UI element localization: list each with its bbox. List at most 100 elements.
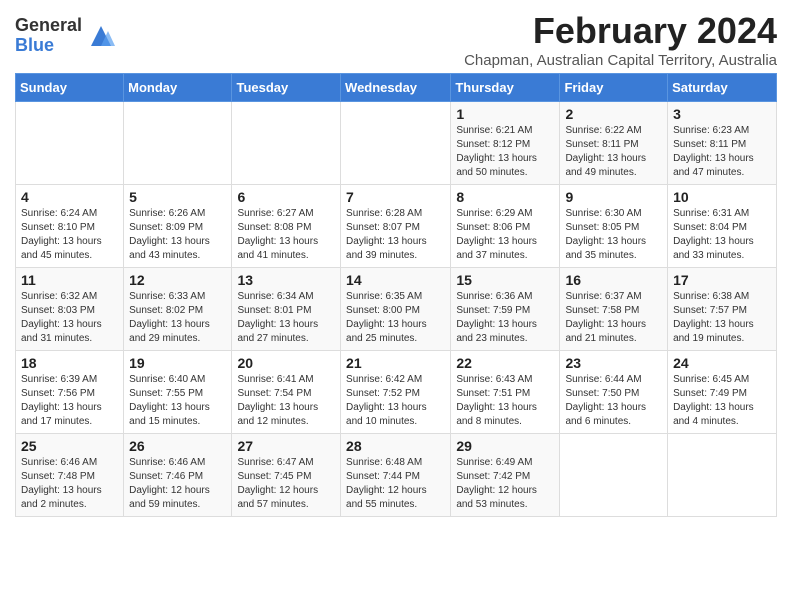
day-number: 3 [673, 106, 771, 122]
day-cell: 13 Sunrise: 6:34 AM Sunset: 8:01 PM Dayli… [232, 268, 341, 351]
day-number: 29 [456, 438, 554, 454]
day-cell [232, 102, 341, 185]
day-cell: 16 Sunrise: 6:37 AM Sunset: 7:58 PM Dayli… [560, 268, 668, 351]
day-info: Sunrise: 6:49 AM Sunset: 7:42 PM Dayligh… [456, 457, 537, 510]
day-number: 20 [237, 355, 335, 371]
day-cell: 20 Sunrise: 6:41 AM Sunset: 7:54 PM Dayli… [232, 351, 341, 434]
day-number: 8 [456, 189, 554, 205]
day-info: Sunrise: 6:33 AM Sunset: 8:02 PM Dayligh… [129, 291, 210, 344]
day-number: 9 [565, 189, 662, 205]
header: General Blue February 2024 Chapman, Aust… [15, 10, 777, 69]
header-day-monday: Monday [124, 74, 232, 102]
day-number: 17 [673, 272, 771, 288]
day-info: Sunrise: 6:46 AM Sunset: 7:46 PM Dayligh… [129, 457, 210, 510]
day-number: 18 [21, 355, 118, 371]
day-cell: 11 Sunrise: 6:32 AM Sunset: 8:03 PM Dayli… [16, 268, 124, 351]
day-number: 2 [565, 106, 662, 122]
day-cell: 26 Sunrise: 6:46 AM Sunset: 7:46 PM Dayli… [124, 434, 232, 517]
day-cell: 15 Sunrise: 6:36 AM Sunset: 7:59 PM Dayli… [451, 268, 560, 351]
header-day-saturday: Saturday [668, 74, 777, 102]
day-cell: 27 Sunrise: 6:47 AM Sunset: 7:45 PM Dayli… [232, 434, 341, 517]
day-cell: 19 Sunrise: 6:40 AM Sunset: 7:55 PM Dayli… [124, 351, 232, 434]
day-info: Sunrise: 6:42 AM Sunset: 7:52 PM Dayligh… [346, 374, 427, 427]
day-info: Sunrise: 6:21 AM Sunset: 8:12 PM Dayligh… [456, 125, 537, 178]
day-cell [668, 434, 777, 517]
day-info: Sunrise: 6:28 AM Sunset: 8:07 PM Dayligh… [346, 208, 427, 261]
day-cell [341, 102, 451, 185]
logo-blue: Blue [15, 36, 82, 56]
day-info: Sunrise: 6:39 AM Sunset: 7:56 PM Dayligh… [21, 374, 102, 427]
day-cell: 24 Sunrise: 6:45 AM Sunset: 7:49 PM Dayli… [668, 351, 777, 434]
day-number: 10 [673, 189, 771, 205]
day-number: 27 [237, 438, 335, 454]
day-info: Sunrise: 6:30 AM Sunset: 8:05 PM Dayligh… [565, 208, 646, 261]
day-cell [560, 434, 668, 517]
day-info: Sunrise: 6:40 AM Sunset: 7:55 PM Dayligh… [129, 374, 210, 427]
day-number: 15 [456, 272, 554, 288]
calendar-body: 1Sunrise: 6:21 AM Sunset: 8:12 PM Daylig… [16, 102, 777, 517]
day-number: 5 [129, 189, 226, 205]
day-cell: 23Sunrise: 6:44 AM Sunset: 7:50 PM Dayli… [560, 351, 668, 434]
day-cell [124, 102, 232, 185]
week-row-5: 25 Sunrise: 6:46 AM Sunset: 7:48 PM Dayli… [16, 434, 777, 517]
day-info: Sunrise: 6:32 AM Sunset: 8:03 PM Dayligh… [21, 291, 102, 344]
day-cell: 21 Sunrise: 6:42 AM Sunset: 7:52 PM Dayli… [341, 351, 451, 434]
day-number: 11 [21, 272, 118, 288]
main-title: February 2024 [464, 10, 777, 52]
day-cell: 5Sunrise: 6:26 AM Sunset: 8:09 PM Daylig… [124, 185, 232, 268]
day-cell: 28Sunrise: 6:48 AM Sunset: 7:44 PM Dayli… [341, 434, 451, 517]
header-day-tuesday: Tuesday [232, 74, 341, 102]
day-cell: 10Sunrise: 6:31 AM Sunset: 8:04 PM Dayli… [668, 185, 777, 268]
day-info: Sunrise: 6:34 AM Sunset: 8:01 PM Dayligh… [237, 291, 318, 344]
day-info: Sunrise: 6:22 AM Sunset: 8:11 PM Dayligh… [565, 125, 646, 178]
header-day-friday: Friday [560, 74, 668, 102]
day-number: 21 [346, 355, 445, 371]
day-cell: 29 Sunrise: 6:49 AM Sunset: 7:42 PM Dayli… [451, 434, 560, 517]
day-info: Sunrise: 6:37 AM Sunset: 7:58 PM Dayligh… [565, 291, 646, 344]
day-info: Sunrise: 6:36 AM Sunset: 7:59 PM Dayligh… [456, 291, 537, 344]
day-info: Sunrise: 6:23 AM Sunset: 8:11 PM Dayligh… [673, 125, 754, 178]
day-number: 14 [346, 272, 445, 288]
day-number: 12 [129, 272, 226, 288]
header-day-thursday: Thursday [451, 74, 560, 102]
day-info: Sunrise: 6:27 AM Sunset: 8:08 PM Dayligh… [237, 208, 318, 261]
header-day-sunday: Sunday [16, 74, 124, 102]
day-number: 13 [237, 272, 335, 288]
day-cell: 25 Sunrise: 6:46 AM Sunset: 7:48 PM Dayli… [16, 434, 124, 517]
day-number: 25 [21, 438, 118, 454]
day-cell: 4Sunrise: 6:24 AM Sunset: 8:10 PM Daylig… [16, 185, 124, 268]
day-info: Sunrise: 6:45 AM Sunset: 7:49 PM Dayligh… [673, 374, 754, 427]
day-cell: 1Sunrise: 6:21 AM Sunset: 8:12 PM Daylig… [451, 102, 560, 185]
day-info: Sunrise: 6:44 AM Sunset: 7:50 PM Dayligh… [565, 374, 646, 427]
day-cell: 18 Sunrise: 6:39 AM Sunset: 7:56 PM Dayli… [16, 351, 124, 434]
day-cell: 6 Sunrise: 6:27 AM Sunset: 8:08 PM Daylig… [232, 185, 341, 268]
week-row-2: 4Sunrise: 6:24 AM Sunset: 8:10 PM Daylig… [16, 185, 777, 268]
day-number: 7 [346, 189, 445, 205]
day-cell: 7 Sunrise: 6:28 AM Sunset: 8:07 PM Daylig… [341, 185, 451, 268]
day-info: Sunrise: 6:48 AM Sunset: 7:44 PM Dayligh… [346, 457, 427, 510]
day-cell [16, 102, 124, 185]
day-info: Sunrise: 6:41 AM Sunset: 7:54 PM Dayligh… [237, 374, 318, 427]
calendar-header: SundayMondayTuesdayWednesdayThursdayFrid… [16, 74, 777, 102]
day-number: 6 [237, 189, 335, 205]
day-number: 24 [673, 355, 771, 371]
day-number: 26 [129, 438, 226, 454]
day-cell: 9 Sunrise: 6:30 AM Sunset: 8:05 PM Daylig… [560, 185, 668, 268]
day-cell: 8Sunrise: 6:29 AM Sunset: 8:06 PM Daylig… [451, 185, 560, 268]
calendar-table: SundayMondayTuesdayWednesdayThursdayFrid… [15, 73, 777, 517]
day-cell: 12 Sunrise: 6:33 AM Sunset: 8:02 PM Dayli… [124, 268, 232, 351]
week-row-1: 1Sunrise: 6:21 AM Sunset: 8:12 PM Daylig… [16, 102, 777, 185]
subtitle: Chapman, Australian Capital Territory, A… [464, 52, 777, 69]
day-info: Sunrise: 6:38 AM Sunset: 7:57 PM Dayligh… [673, 291, 754, 344]
day-number: 16 [565, 272, 662, 288]
day-number: 19 [129, 355, 226, 371]
day-cell: 17 Sunrise: 6:38 AM Sunset: 7:57 PM Dayli… [668, 268, 777, 351]
day-info: Sunrise: 6:47 AM Sunset: 7:45 PM Dayligh… [237, 457, 318, 510]
header-day-wednesday: Wednesday [341, 74, 451, 102]
title-section: February 2024 Chapman, Australian Capita… [464, 10, 777, 69]
week-row-4: 18 Sunrise: 6:39 AM Sunset: 7:56 PM Dayli… [16, 351, 777, 434]
day-info: Sunrise: 6:46 AM Sunset: 7:48 PM Dayligh… [21, 457, 102, 510]
week-row-3: 11 Sunrise: 6:32 AM Sunset: 8:03 PM Dayli… [16, 268, 777, 351]
day-cell: 22Sunrise: 6:43 AM Sunset: 7:51 PM Dayli… [451, 351, 560, 434]
day-number: 4 [21, 189, 118, 205]
